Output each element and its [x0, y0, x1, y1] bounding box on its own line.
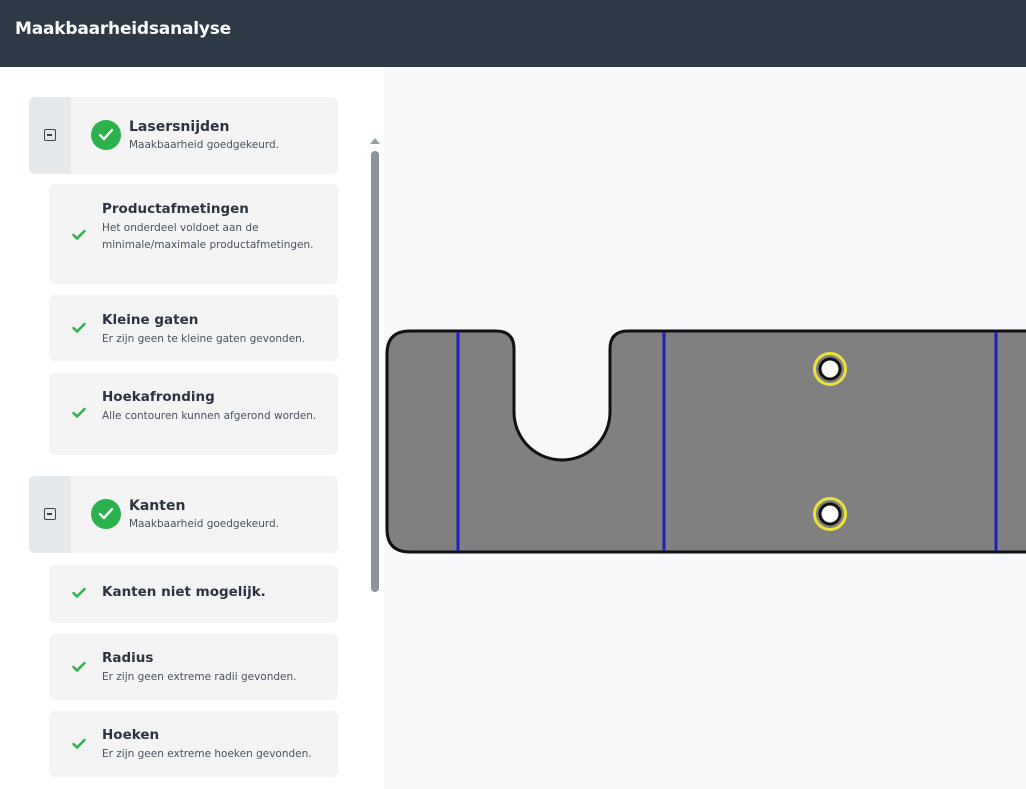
item-description: Er zijn geen extreme hoeken gevonden.	[102, 748, 312, 760]
group-lasersnijden[interactable]: Lasersnijden Maakbaarheid goedgekeurd.	[29, 97, 338, 174]
check-item-radius[interactable]: Radius Er zijn geen extreme radii gevond…	[49, 634, 338, 700]
item-title: Kanten niet mogelijk.	[102, 584, 266, 600]
group-title: Lasersnijden	[129, 119, 230, 135]
hole-highlight[interactable]	[813, 352, 847, 386]
group-toggle-area[interactable]	[29, 97, 71, 174]
app-header: Maakbaarheidsanalyse	[0, 0, 1026, 67]
collapse-minus-icon[interactable]	[44, 129, 56, 141]
collapse-minus-icon[interactable]	[44, 508, 56, 520]
check-item-kanten-niet-mogelijk[interactable]: Kanten niet mogelijk.	[49, 565, 338, 623]
hole-highlight[interactable]	[813, 497, 847, 531]
item-title: Radius	[102, 650, 154, 666]
check-circle-icon	[91, 120, 121, 150]
check-item-hoeken[interactable]: Hoeken Er zijn geen extreme hoeken gevon…	[49, 711, 338, 777]
check-circle-icon	[91, 499, 121, 529]
check-icon	[72, 322, 86, 333]
item-title: Hoeken	[102, 727, 160, 743]
sheet-part-outline	[385, 329, 1026, 554]
item-title: Hoekafronding	[102, 389, 215, 405]
check-item-productafmetingen[interactable]: Productafmetingen Het onderdeel voldoet …	[49, 184, 338, 284]
item-description: Er zijn geen te kleine gaten gevonden.	[102, 333, 306, 345]
group-status-text: Maakbaarheid goedgekeurd.	[129, 139, 280, 151]
item-description: Het onderdeel voldoet aan de minimale/ma…	[102, 222, 314, 251]
check-item-kleine-gaten[interactable]: Kleine gaten Er zijn geen te kleine gate…	[49, 295, 338, 361]
page-title: Maakbaarheidsanalyse	[15, 19, 232, 39]
analysis-sidebar: Lasersnijden Maakbaarheid goedgekeurd. P…	[0, 67, 384, 789]
part-viewer[interactable]	[384, 67, 1026, 789]
scroll-up-arrow[interactable]	[370, 138, 380, 144]
check-item-hoekafronding[interactable]: Hoekafronding Alle contouren kunnen afge…	[49, 373, 338, 455]
check-icon	[72, 738, 86, 749]
check-icon	[72, 229, 86, 240]
item-description: Er zijn geen extreme radii gevonden.	[102, 671, 297, 683]
item-title: Productafmetingen	[102, 201, 249, 217]
group-kanten[interactable]: Kanten Maakbaarheid goedgekeurd.	[29, 476, 338, 553]
check-icon	[72, 407, 86, 418]
check-icon	[72, 661, 86, 672]
item-description: Alle contouren kunnen afgerond worden.	[102, 410, 317, 422]
sidebar-scrollbar[interactable]	[371, 151, 379, 592]
item-title: Kleine gaten	[102, 312, 199, 328]
part-drawing[interactable]	[384, 67, 1026, 789]
check-icon	[72, 587, 86, 598]
group-title: Kanten	[129, 498, 186, 514]
group-status-text: Maakbaarheid goedgekeurd.	[129, 518, 280, 530]
group-toggle-area[interactable]	[29, 476, 71, 553]
